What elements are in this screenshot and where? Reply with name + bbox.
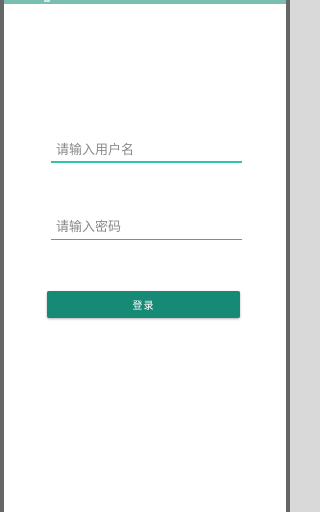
login-screen: 登录 [4,4,286,512]
password-underline [51,239,242,240]
password-input[interactable] [51,216,242,238]
status-icon [44,0,50,2]
login-button[interactable]: 登录 [47,291,240,318]
username-input[interactable] [51,139,242,161]
username-underline [51,161,242,163]
password-field [51,216,242,240]
device-frame: 登录 [0,0,290,512]
username-field [51,139,242,163]
